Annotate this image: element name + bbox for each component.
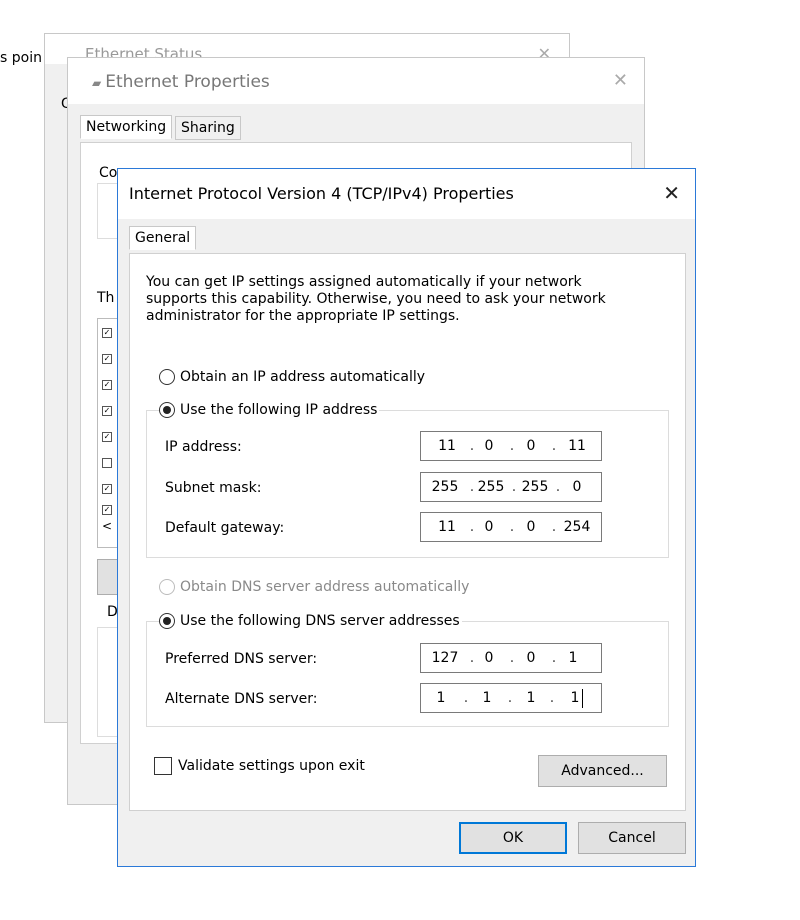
obtain-ip-auto-label: Obtain an IP address automatically (180, 369, 426, 385)
text-caret (582, 689, 583, 708)
alternate-dns-input[interactable]: 1 . 1 . 1 . 1 (420, 683, 602, 713)
ip-octet: 0 (526, 519, 536, 535)
ip-octet: 127 (431, 650, 459, 666)
component-checkbox[interactable]: ✓ (102, 354, 112, 364)
alternate-dns-label: Alternate DNS server: (165, 691, 318, 707)
ip-octet: 254 (563, 519, 591, 535)
ip-octet: 0 (484, 438, 494, 454)
ip-octet: 255 (477, 479, 505, 495)
ethernet-properties-title: ▰ Ethernet Properties (92, 72, 270, 92)
component-checkbox[interactable]: ✓ (102, 328, 112, 338)
octet-separator: . (549, 690, 555, 706)
use-following-ip-option[interactable]: Use the following IP address (159, 402, 380, 418)
ip-octet: 255 (431, 479, 459, 495)
preferred-dns-input[interactable]: 127 . 0 . 0 . 1 (420, 643, 602, 673)
subnet-mask-label: Subnet mask: (165, 480, 262, 496)
ip-address-input[interactable]: 11 . 0 . 0 . 11 (420, 431, 602, 461)
ip-octet: 1 (526, 690, 536, 706)
default-gateway-label: Default gateway: (165, 520, 285, 536)
tab-sharing[interactable]: Sharing (175, 116, 241, 140)
component-checkbox[interactable]: ✓ (102, 432, 112, 442)
ip-octet: 1 (570, 690, 580, 706)
component-checkbox[interactable]: ✓ (102, 484, 112, 494)
ip-octet: 0 (526, 438, 536, 454)
use-following-dns-label: Use the following DNS server addresses (180, 613, 460, 629)
close-icon[interactable]: ✕ (663, 181, 680, 205)
validate-settings-option[interactable]: Validate settings upon exit (154, 757, 365, 775)
components-label: Th (97, 290, 115, 306)
ip-octet: 1 (568, 650, 578, 666)
obtain-dns-auto-radio[interactable] (159, 579, 175, 595)
obtain-ip-auto-option[interactable]: Obtain an IP address automatically (159, 369, 425, 385)
validate-settings-label: Validate settings upon exit (178, 758, 365, 774)
use-following-ip-label: Use the following IP address (180, 402, 378, 418)
ipv4-titlebar: Internet Protocol Version 4 (TCP/IPv4) P… (118, 169, 695, 219)
obtain-dns-auto-label: Obtain DNS server address automatically (180, 579, 470, 595)
advanced-button[interactable]: Advanced... (538, 755, 667, 787)
ipv4-properties-dialog: Internet Protocol Version 4 (TCP/IPv4) P… (117, 168, 696, 867)
ip-octet: 0 (572, 479, 582, 495)
use-following-dns-radio[interactable] (159, 613, 175, 629)
background-cut-text: s poin (0, 50, 42, 66)
ip-octet: 11 (438, 519, 456, 535)
network-cable-icon: ▰ (92, 76, 102, 90)
close-icon[interactable]: ✕ (613, 70, 628, 91)
default-gateway-input[interactable]: 11 . 0 . 0 . 254 (420, 512, 602, 542)
cancel-button[interactable]: Cancel (578, 822, 686, 854)
tab-networking[interactable]: Networking (80, 115, 173, 139)
ip-octet: 0 (526, 650, 536, 666)
component-checkbox[interactable]: ✓ (102, 406, 112, 416)
ip-octet: 1 (436, 690, 446, 706)
ethernet-properties-title-text: Ethernet Properties (105, 72, 270, 92)
ip-octet: 0 (484, 519, 494, 535)
ip-octet: 11 (438, 438, 456, 454)
connect-using-label: Co (99, 165, 118, 181)
scroll-left-icon[interactable]: < (102, 519, 112, 533)
subnet-mask-input[interactable]: 255 . 255 . 255 . 0 (420, 472, 602, 502)
component-checkbox[interactable]: ✓ (102, 505, 112, 515)
general-panel: You can get IP settings assigned automat… (129, 253, 686, 811)
intro-text: You can get IP settings assigned automat… (146, 274, 606, 324)
ip-address-label: IP address: (165, 439, 242, 455)
obtain-ip-auto-radio[interactable] (159, 369, 175, 385)
ip-octet: 0 (484, 650, 494, 666)
ip-octet: 11 (568, 438, 586, 454)
octet-separator: . (551, 438, 557, 454)
ethernet-properties-titlebar: ▰ Ethernet Properties ✕ (68, 58, 644, 104)
dialog-title: Internet Protocol Version 4 (TCP/IPv4) P… (129, 184, 514, 203)
ip-octet: 1 (482, 690, 492, 706)
component-checkbox[interactable] (102, 458, 112, 468)
use-following-dns-option[interactable]: Use the following DNS server addresses (159, 613, 462, 629)
component-checkbox[interactable]: ✓ (102, 380, 112, 390)
obtain-dns-auto-option[interactable]: Obtain DNS server address automatically (159, 579, 469, 595)
validate-settings-checkbox[interactable] (154, 757, 172, 775)
ip-octet: 255 (521, 479, 549, 495)
tab-general[interactable]: General (129, 226, 197, 250)
use-following-ip-radio[interactable] (159, 402, 175, 418)
ok-button[interactable]: OK (459, 822, 567, 854)
preferred-dns-label: Preferred DNS server: (165, 651, 318, 667)
octet-separator: . (551, 519, 557, 535)
